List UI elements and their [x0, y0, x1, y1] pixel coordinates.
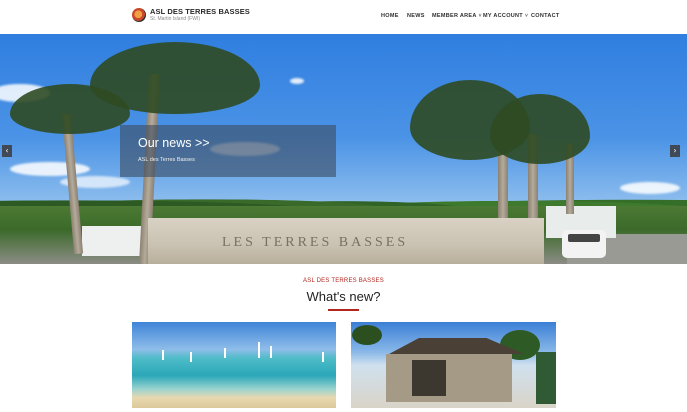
palm-fronds — [90, 42, 260, 114]
chevron-down-icon: ˅ — [524, 13, 529, 19]
trash-bins — [536, 352, 556, 404]
nav-my-account[interactable]: MY ACCOUNT ˅ — [483, 13, 528, 19]
title-underline — [328, 309, 359, 311]
tree — [352, 325, 382, 345]
hero-slider: LES TERRES BASSES — [0, 34, 687, 264]
news-card-beach[interactable] — [132, 322, 336, 408]
chevron-down-icon: ˅ — [478, 13, 482, 19]
cloud — [10, 162, 90, 176]
slider-prev-button[interactable]: ‹ — [2, 145, 12, 157]
wall-sign-text: LES TERRES BASSES — [222, 235, 409, 250]
hero-caption-box[interactable] — [120, 125, 336, 177]
hero-heading[interactable]: Our news >> — [138, 136, 210, 150]
nav-member-area[interactable]: MEMBER AREA ˅ — [432, 13, 482, 19]
boat — [190, 352, 192, 362]
hut-body — [386, 354, 512, 402]
boat — [224, 348, 226, 358]
boat — [162, 350, 164, 360]
slider-next-button[interactable]: › — [670, 145, 680, 157]
boat — [322, 352, 324, 362]
nav-contact[interactable]: CONTACT — [531, 13, 560, 19]
circle-logo-icon — [132, 8, 146, 22]
site-logo[interactable]: ASL DES TERRES BASSES St. Martin Island … — [132, 8, 250, 22]
palm-fronds — [490, 94, 590, 164]
hut-interior — [412, 360, 446, 396]
section-title: What's new? — [306, 289, 381, 304]
section-kicker: ASL DES TERRES BASSES — [303, 278, 384, 284]
car-window — [568, 234, 600, 242]
nav-news[interactable]: NEWS — [407, 13, 425, 19]
logo-title: ASL DES TERRES BASSES — [150, 7, 250, 17]
nav-my-account-label: MY ACCOUNT — [483, 13, 523, 19]
logo-subtitle: St. Martin Island (FWI) — [150, 15, 201, 22]
logo-text: ASL DES TERRES BASSES St. Martin Island … — [150, 8, 250, 22]
boat — [258, 342, 260, 358]
nav-home[interactable]: HOME — [381, 13, 399, 19]
site-header: ASL DES TERRES BASSES St. Martin Island … — [0, 0, 687, 34]
boat — [270, 346, 272, 358]
cloud — [290, 78, 304, 84]
hero-subheading: ASL des Terres Basses — [138, 157, 195, 163]
nav-member-area-label: MEMBER AREA — [432, 13, 477, 19]
